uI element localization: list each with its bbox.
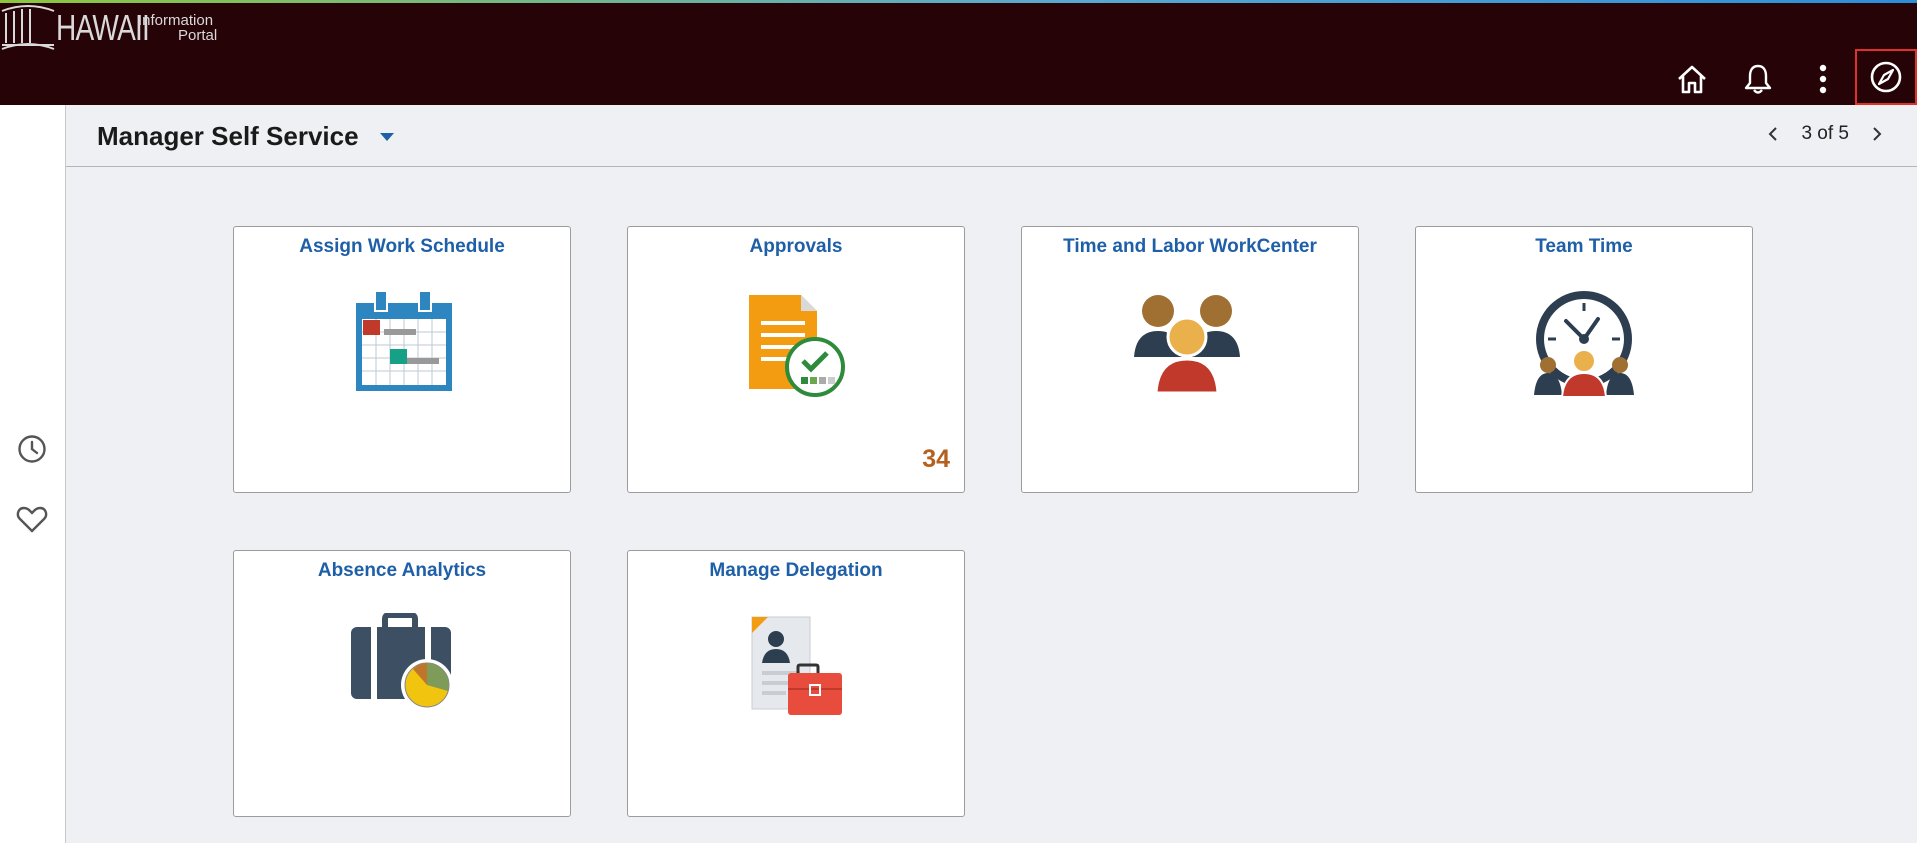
briefcase-chart-icon: [351, 613, 453, 711]
tile-assign-work-schedule[interactable]: Assign Work Schedule: [233, 226, 571, 493]
tile-absence-analytics[interactable]: Absence Analytics: [233, 550, 571, 817]
approvals-count-badge: 34: [922, 445, 950, 473]
favorites-button[interactable]: [16, 503, 48, 535]
page-title[interactable]: Manager Self Service: [97, 121, 359, 152]
navbar-button[interactable]: [1855, 49, 1917, 105]
tile-approvals[interactable]: Approvals 34: [627, 226, 965, 493]
pager-text: 3 of 5: [1801, 123, 1849, 144]
caret-down-icon: [380, 133, 394, 141]
previous-page-button[interactable]: [1761, 119, 1785, 149]
document-briefcase-icon: [751, 616, 842, 715]
team-people-icon: [1134, 295, 1240, 393]
tile-title: Assign Work Schedule: [299, 236, 505, 257]
homepage-pager: 3 of 5: [1761, 119, 1889, 149]
left-sidebar: [0, 105, 66, 843]
actions-menu-button[interactable]: [1801, 55, 1845, 103]
home-icon: [1678, 65, 1706, 94]
homepage-dropdown-button[interactable]: [375, 125, 399, 149]
chevron-left-icon: [1769, 127, 1778, 141]
capitol-building-icon: [1, 5, 55, 50]
tile-manage-delegation[interactable]: Manage Delegation: [627, 550, 965, 817]
page-title-bar: Manager Self Service 3 of 5: [66, 105, 1917, 167]
tile-title: Absence Analytics: [317, 560, 487, 581]
recent-places-button[interactable]: [16, 433, 48, 465]
approved-document-icon: [749, 295, 845, 397]
clock-team-icon: [1534, 291, 1634, 397]
top-banner: HAWAII Information Portal: [0, 3, 1917, 105]
more-vertical-icon: [1819, 64, 1827, 94]
tile-title: Approvals: [749, 236, 843, 257]
logo-subtitle: Information Portal: [138, 12, 218, 44]
chevron-right-icon: [1873, 127, 1882, 141]
tile-title: Manage Delegation: [709, 560, 883, 581]
tile-time-and-labor-workcenter[interactable]: Time and Labor WorkCenter: [1021, 226, 1359, 493]
tile-title: Team Time: [1535, 236, 1633, 257]
tile-team-time[interactable]: Team Time: [1415, 226, 1753, 493]
compass-icon: [1870, 61, 1902, 93]
notifications-button[interactable]: [1736, 55, 1780, 103]
clock-icon: [18, 435, 46, 463]
heart-icon: [16, 506, 48, 533]
home-button[interactable]: [1670, 55, 1714, 103]
bell-icon: [1744, 64, 1772, 94]
logo-word: HAWAII: [56, 7, 150, 48]
calendar-icon: [356, 290, 452, 391]
hawaii-information-portal-logo[interactable]: HAWAII Information Portal: [0, 3, 217, 53]
next-page-button[interactable]: [1865, 119, 1889, 149]
tile-title: Time and Labor WorkCenter: [1063, 236, 1317, 257]
